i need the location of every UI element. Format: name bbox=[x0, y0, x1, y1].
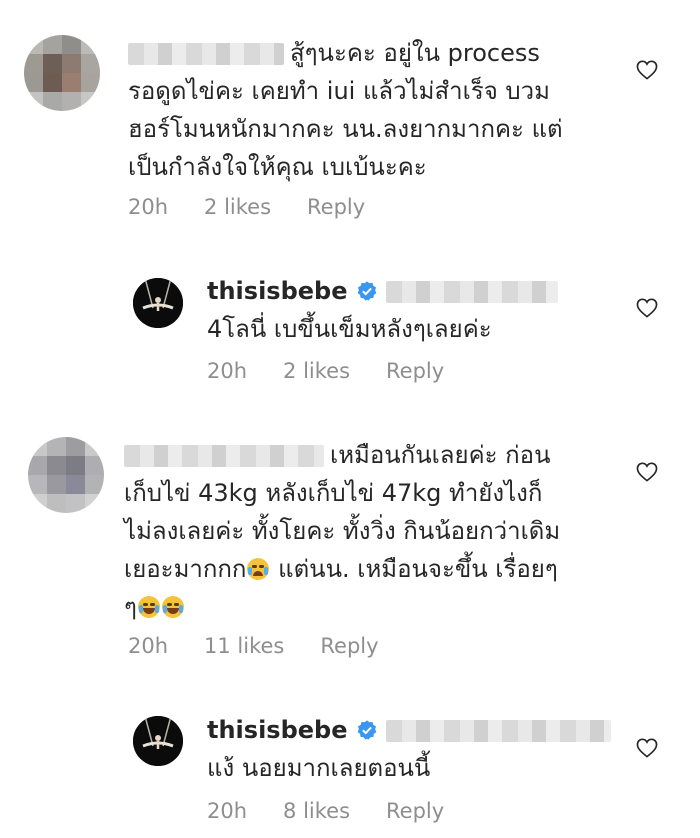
tears-of-joy-emoji bbox=[161, 596, 184, 618]
heart-outline-icon[interactable] bbox=[636, 462, 658, 482]
username[interactable]: thisisbebe bbox=[207, 716, 348, 744]
loudly-crying-face-emoji bbox=[247, 558, 270, 580]
timestamp: 20h bbox=[207, 359, 248, 383]
timestamp: 20h bbox=[128, 634, 169, 658]
reply-button[interactable]: Reply bbox=[386, 799, 444, 823]
comment-meta: 20h 2 likes Reply bbox=[128, 195, 365, 219]
comment-meta: 20h 11 likes Reply bbox=[128, 634, 379, 658]
timestamp: 20h bbox=[207, 799, 248, 823]
avatar-blurred[interactable] bbox=[24, 35, 100, 111]
tears-of-joy-emoji bbox=[137, 596, 160, 618]
comment-meta: 20h 2 likes Reply bbox=[207, 359, 444, 383]
username[interactable]: thisisbebe bbox=[207, 277, 348, 305]
heart-outline-icon[interactable] bbox=[636, 60, 658, 80]
timestamp: 20h bbox=[128, 195, 169, 219]
likes-count[interactable]: 2 likes bbox=[283, 359, 350, 383]
avatar-thisisbebe[interactable] bbox=[133, 716, 183, 766]
verified-badge-icon bbox=[357, 720, 376, 740]
blurred-mention[interactable] bbox=[385, 281, 558, 303]
likes-count[interactable]: 11 likes bbox=[204, 634, 284, 658]
avatar-blurred[interactable] bbox=[28, 437, 104, 513]
reply-button[interactable]: Reply bbox=[386, 359, 444, 383]
aerial-silk-photo bbox=[133, 278, 183, 328]
blurred-username[interactable] bbox=[124, 445, 324, 467]
likes-count[interactable]: 2 likes bbox=[204, 195, 271, 219]
heart-outline-icon[interactable] bbox=[636, 298, 658, 318]
comment-text: สู้ๆนะคะ อยู่ใน process รอดูดไข่คะ เคยทำ… bbox=[128, 39, 563, 181]
heart-outline-icon[interactable] bbox=[636, 738, 658, 758]
avatar-thisisbebe[interactable] bbox=[133, 278, 183, 328]
blurred-username[interactable] bbox=[128, 43, 284, 65]
comment-meta: 20h 8 likes Reply bbox=[207, 799, 444, 823]
reply-button[interactable]: Reply bbox=[307, 195, 365, 219]
likes-count[interactable]: 8 likes bbox=[283, 799, 350, 823]
reply-button[interactable]: Reply bbox=[320, 634, 378, 658]
aerial-silk-photo bbox=[133, 716, 183, 766]
verified-badge-icon bbox=[357, 281, 376, 301]
comment-text: thisisbebe 4โลนี่ เบขึ้นเข็มหลังๆเลยค่ะ bbox=[207, 272, 627, 348]
comment-text: thisisbebe แง้ นอยมากเลยตอนนี้ bbox=[207, 711, 627, 787]
comment-text: เหมือนกันเลยค่ะ ก่อน เก็บไข่ 43kg หลังเก… bbox=[124, 441, 561, 621]
blurred-mention[interactable] bbox=[385, 720, 611, 742]
